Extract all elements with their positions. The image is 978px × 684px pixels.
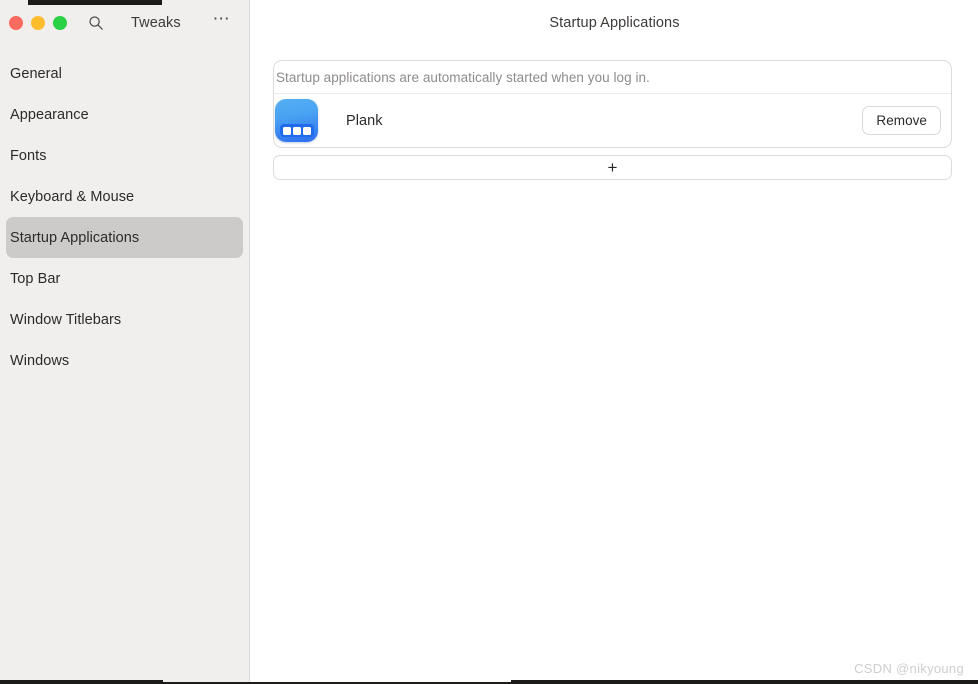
desktop-background-strip-top: [28, 0, 162, 5]
window-controls: [9, 15, 67, 30]
sidebar-item-label: Appearance: [10, 106, 89, 123]
sidebar-item-window-titlebars[interactable]: Window Titlebars: [6, 299, 243, 340]
content-area: Startup Applications Startup application…: [251, 0, 978, 684]
add-startup-app-button[interactable]: +: [273, 155, 952, 180]
sidebar-item-windows[interactable]: Windows: [6, 340, 243, 381]
sidebar-item-keyboard-mouse[interactable]: Keyboard & Mouse: [6, 176, 243, 217]
remove-startup-app-button[interactable]: Remove: [862, 106, 941, 135]
sidebar-item-label: Fonts: [10, 147, 47, 164]
sidebar-item-startup-applications[interactable]: Startup Applications: [6, 217, 243, 258]
sidebar-item-general[interactable]: General: [6, 53, 243, 94]
close-window-button[interactable]: [9, 15, 23, 30]
minimize-window-button[interactable]: [31, 15, 45, 30]
primary-menu-button[interactable]: ⋯: [211, 9, 233, 34]
startup-applications-card: Startup applications are automatically s…: [273, 60, 952, 148]
sidebar-item-label: General: [10, 65, 62, 82]
dock-dot: [292, 126, 301, 135]
content-header: Startup Applications: [251, 0, 978, 45]
maximize-window-button[interactable]: [53, 15, 67, 30]
sidebar-item-label: Top Bar: [10, 270, 61, 287]
dock-dot: [302, 126, 311, 135]
plank-dock-icon: [275, 99, 318, 142]
dock-strip: [279, 124, 314, 137]
sidebar-item-label: Keyboard & Mouse: [10, 188, 135, 205]
window-titlebar-left: Tweaks ⋯: [0, 0, 249, 45]
plus-icon: +: [607, 158, 618, 177]
startup-app-name: Plank: [346, 112, 383, 129]
sidebar-item-label: Window Titlebars: [10, 311, 122, 328]
hamburger-menu-icon: ⋯: [212, 9, 231, 28]
watermark: CSDN @nikyoung: [854, 661, 964, 676]
sidebar-item-label: Windows: [10, 352, 70, 369]
app-title: Tweaks: [131, 14, 181, 31]
sidebar-item-label: Startup Applications: [10, 229, 140, 246]
startup-applications-description: Startup applications are automatically s…: [274, 61, 951, 94]
sidebar: Tweaks ⋯ General Appearance Fonts Keyboa…: [0, 0, 250, 684]
dock-dot: [282, 126, 291, 135]
page-title: Startup Applications: [549, 14, 680, 31]
content-body: Startup applications are automatically s…: [251, 45, 978, 180]
sidebar-item-fonts[interactable]: Fonts: [6, 135, 243, 176]
sidebar-nav-list: General Appearance Fonts Keyboard & Mous…: [0, 45, 249, 381]
search-button[interactable]: [85, 12, 107, 34]
tweaks-window: Tweaks ⋯ General Appearance Fonts Keyboa…: [0, 0, 978, 684]
sidebar-item-top-bar[interactable]: Top Bar: [6, 258, 243, 299]
startup-app-row: Plank Remove: [274, 94, 951, 147]
desktop-background-strip-bottom-right: [511, 680, 978, 684]
desktop-background-strip-bottom-left: [0, 680, 163, 684]
search-icon: [88, 15, 104, 31]
sidebar-item-appearance[interactable]: Appearance: [6, 94, 243, 135]
